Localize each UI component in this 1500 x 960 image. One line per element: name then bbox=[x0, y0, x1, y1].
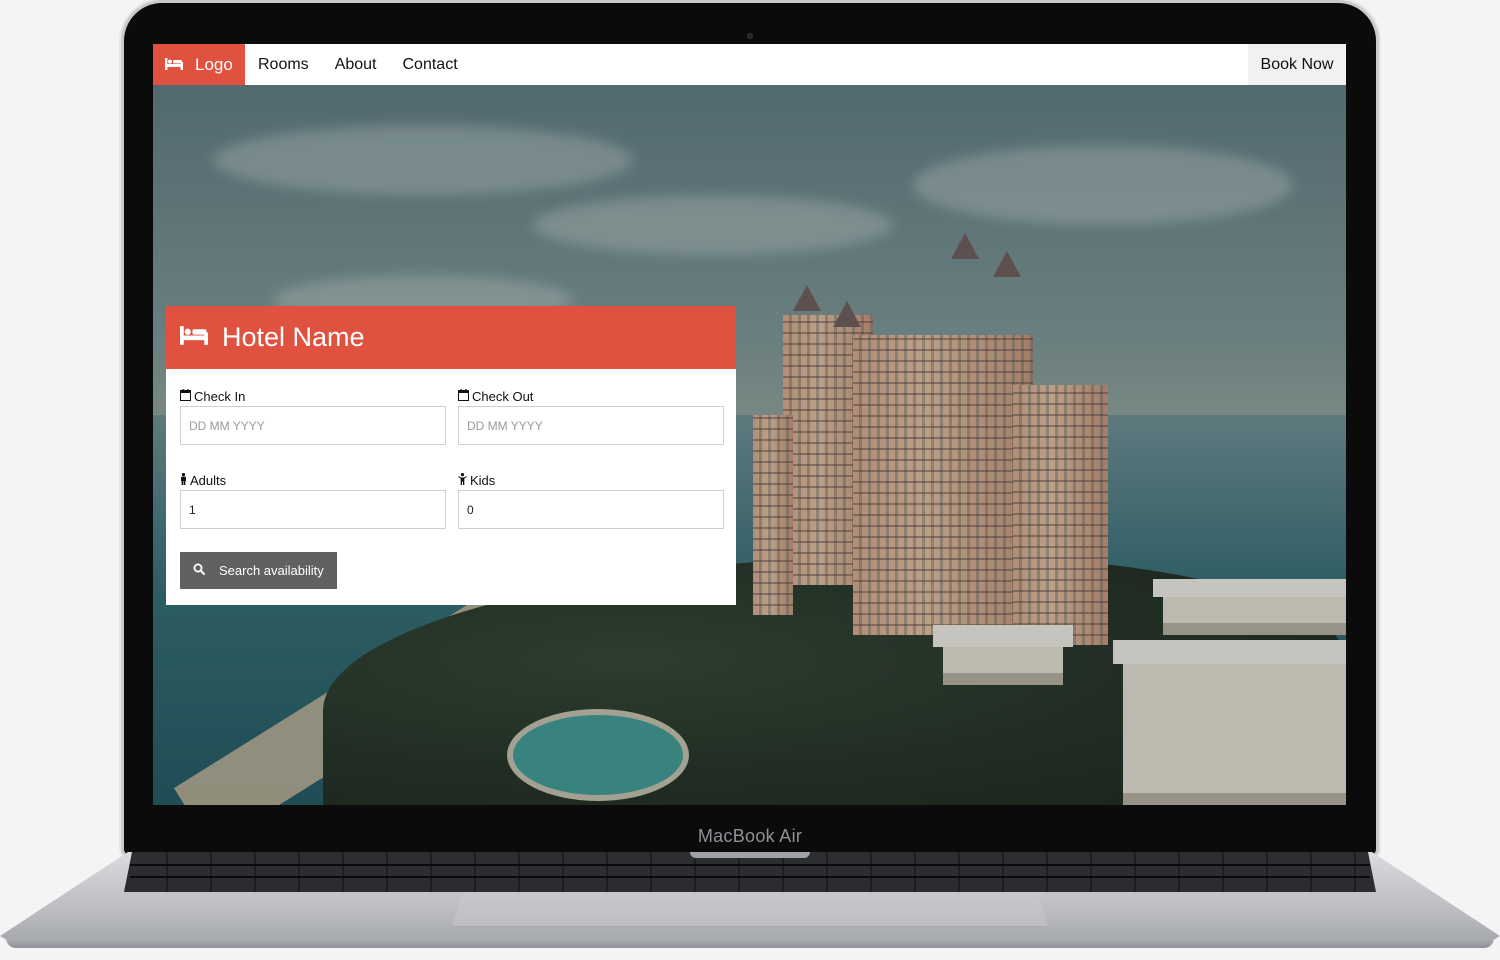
calendar-icon bbox=[458, 388, 469, 404]
bed-icon bbox=[165, 55, 183, 75]
screen: Logo Rooms About Contact Book Now Hotel … bbox=[153, 44, 1346, 805]
keyboard bbox=[124, 852, 1376, 892]
adults-label-row: Adults bbox=[180, 471, 446, 489]
nav-link-rooms[interactable]: Rooms bbox=[245, 44, 322, 85]
male-icon bbox=[180, 472, 187, 488]
check-in-label-row: Check In bbox=[180, 387, 446, 405]
lid-notch bbox=[690, 852, 810, 858]
child-icon bbox=[458, 472, 467, 488]
check-out-label-row: Check Out bbox=[458, 387, 724, 405]
kids-label-row: Kids bbox=[458, 471, 724, 489]
search-availability-button[interactable]: Search availability bbox=[180, 552, 337, 589]
check-in-field: Check In bbox=[180, 387, 446, 445]
check-in-label: Check In bbox=[194, 388, 246, 404]
keyboard-row bbox=[130, 864, 1370, 866]
search-availability-label: Search availability bbox=[219, 563, 324, 578]
laptop-frame: MacBook Air Logo Rooms About Contact Boo… bbox=[0, 0, 1500, 960]
nav-link-contact[interactable]: Contact bbox=[390, 44, 471, 85]
adults-label: Adults bbox=[190, 472, 227, 488]
device-label: MacBook Air bbox=[697, 826, 803, 846]
book-now-button[interactable]: Book Now bbox=[1248, 44, 1346, 85]
check-in-input[interactable] bbox=[180, 406, 446, 445]
camera-icon bbox=[747, 33, 753, 39]
nav-link-about[interactable]: About bbox=[322, 44, 390, 85]
search-icon bbox=[193, 563, 205, 578]
booking-form: Check In Check Out bbox=[166, 369, 736, 605]
kids-input[interactable] bbox=[458, 490, 724, 529]
nav-logo[interactable]: Logo bbox=[153, 44, 245, 85]
check-out-field: Check Out bbox=[458, 387, 724, 445]
nav-logo-label: Logo bbox=[195, 54, 233, 74]
keyboard-row bbox=[130, 876, 1370, 878]
check-out-label: Check Out bbox=[472, 388, 534, 404]
adults-input[interactable] bbox=[180, 490, 446, 529]
bed-icon bbox=[180, 325, 208, 350]
laptop-base-lip bbox=[6, 938, 1494, 948]
hotel-name: Hotel Name bbox=[222, 322, 365, 352]
calendar-icon bbox=[180, 388, 191, 404]
booking-card: Hotel Name Check In DD MM YYYY Check Out… bbox=[166, 306, 736, 605]
adults-field: Adults bbox=[180, 471, 446, 529]
navbar: Logo Rooms About Contact Book Now bbox=[153, 44, 1346, 85]
kids-label: Kids bbox=[470, 472, 496, 488]
check-out-input[interactable] bbox=[458, 406, 724, 445]
trackpad bbox=[452, 893, 1048, 927]
kids-field: Kids bbox=[458, 471, 724, 529]
booking-card-header: Hotel Name bbox=[166, 306, 736, 369]
